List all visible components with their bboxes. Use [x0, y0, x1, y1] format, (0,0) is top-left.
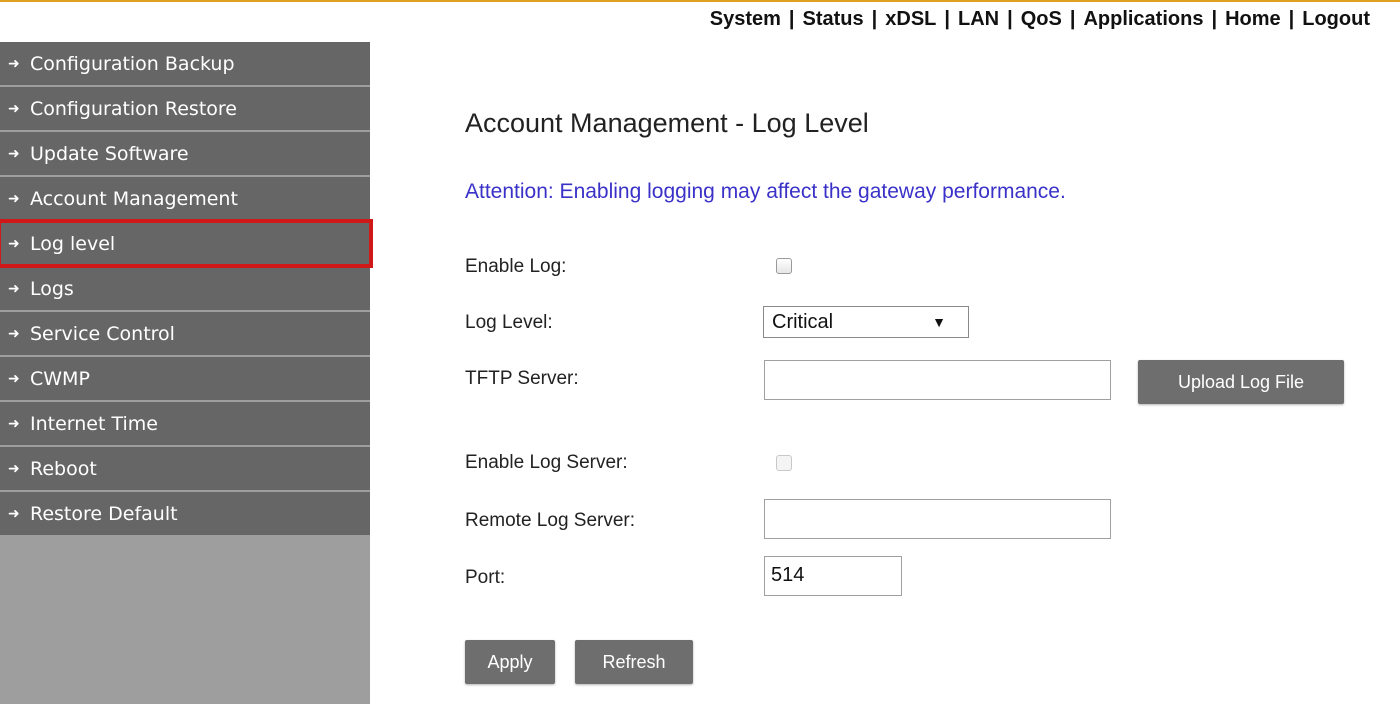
sidebar-item-label: CWMP: [30, 367, 90, 390]
nav-separator: |: [1288, 8, 1295, 30]
sidebar-item-label: Configuration Restore: [30, 97, 237, 120]
enable-log-server-label: Enable Log Server:: [465, 452, 628, 473]
arrow-right-icon: ➜: [8, 190, 20, 207]
enable-log-server-checkbox[interactable]: [776, 455, 792, 471]
sidebar-item-configuration-backup[interactable]: ➜ Configuration Backup: [0, 42, 370, 85]
enable-log-label: Enable Log:: [465, 256, 567, 277]
arrow-right-icon: ➜: [8, 460, 20, 477]
sidebar-item-cwmp[interactable]: ➜ CWMP: [0, 357, 370, 400]
nav-qos[interactable]: QoS: [1021, 8, 1062, 30]
page-title: Account Management - Log Level: [465, 108, 869, 138]
log-level-label: Log Level:: [465, 312, 553, 333]
sidebar-item-label: Internet Time: [30, 412, 158, 435]
sidebar-item-label: Log level: [30, 232, 116, 255]
remote-log-server-input[interactable]: [764, 499, 1111, 539]
top-nav-links: System | Status | xDSL | LAN | QoS | Applications |…: [710, 8, 1370, 31]
log-level-selected-value: Critical: [772, 311, 834, 333]
nav-logout[interactable]: Logout: [1302, 8, 1370, 30]
sidebar-item-label: Logs: [30, 277, 74, 300]
arrow-right-icon: ➜: [8, 325, 20, 342]
sidebar-item-label: Configuration Backup: [30, 52, 235, 75]
sidebar-item-restore-default[interactable]: ➜ Restore Default: [0, 492, 370, 535]
sidebar-item-reboot[interactable]: ➜ Reboot: [0, 447, 370, 490]
arrow-right-icon: ➜: [8, 235, 20, 252]
apply-button[interactable]: Apply: [465, 640, 555, 684]
sidebar-item-logs[interactable]: ➜ Logs: [0, 267, 370, 310]
nav-separator: |: [1007, 8, 1013, 30]
nav-lan[interactable]: LAN: [958, 8, 999, 30]
port-label: Port:: [465, 567, 506, 588]
port-input[interactable]: 514: [764, 556, 902, 596]
nav-system[interactable]: System: [710, 8, 781, 30]
sidebar-item-label: Reboot: [30, 457, 97, 480]
nav-home[interactable]: Home: [1225, 8, 1281, 30]
arrow-right-icon: ➜: [8, 505, 20, 522]
nav-separator: |: [788, 8, 795, 30]
tftp-server-input[interactable]: [764, 360, 1111, 400]
attention-message: Attention: Enabling logging may affect t…: [465, 180, 1066, 203]
sidebar-item-update-software[interactable]: ➜ Update Software: [0, 132, 370, 175]
enable-log-checkbox[interactable]: [776, 258, 792, 274]
sidebar-item-account-management[interactable]: ➜ Account Management: [0, 177, 370, 220]
chevron-down-icon: ▼: [932, 314, 946, 330]
arrow-right-icon: ➜: [8, 100, 20, 117]
sidebar-item-configuration-restore[interactable]: ➜ Configuration Restore: [0, 87, 370, 130]
nav-applications[interactable]: Applications: [1083, 8, 1203, 30]
arrow-right-icon: ➜: [8, 415, 20, 432]
sidebar-item-log-level[interactable]: ➜ Log level: [0, 219, 373, 268]
arrow-right-icon: ➜: [8, 370, 20, 387]
sidebar-item-label: Update Software: [30, 142, 189, 165]
sidebar: ➜ Configuration Backup ➜ Configuration R…: [0, 42, 373, 704]
sidebar-item-label: Account Management: [30, 187, 238, 210]
refresh-button[interactable]: Refresh: [575, 640, 693, 684]
sidebar-item-label: Restore Default: [30, 502, 178, 525]
arrow-right-icon: ➜: [8, 55, 20, 72]
sidebar-item-label: Service Control: [30, 322, 175, 345]
sidebar-item-service-control[interactable]: ➜ Service Control: [0, 312, 370, 355]
nav-xdsl[interactable]: xDSL: [885, 8, 936, 30]
arrow-right-icon: ➜: [8, 280, 20, 297]
remote-log-server-label: Remote Log Server:: [465, 510, 636, 531]
log-level-select[interactable]: Critical ▼: [763, 306, 969, 338]
nav-separator: |: [944, 8, 950, 30]
upload-log-file-button[interactable]: Upload Log File: [1138, 360, 1344, 404]
nav-separator: |: [871, 8, 878, 30]
sidebar-item-internet-time[interactable]: ➜ Internet Time: [0, 402, 370, 445]
top-navigation-bar: System | Status | xDSL | LAN | QoS | Applications |…: [0, 0, 1400, 40]
arrow-right-icon: ➜: [8, 145, 20, 162]
tftp-server-label: TFTP Server:: [465, 368, 579, 389]
nav-separator: |: [1211, 8, 1218, 30]
nav-status[interactable]: Status: [803, 8, 864, 30]
nav-separator: |: [1069, 8, 1076, 30]
